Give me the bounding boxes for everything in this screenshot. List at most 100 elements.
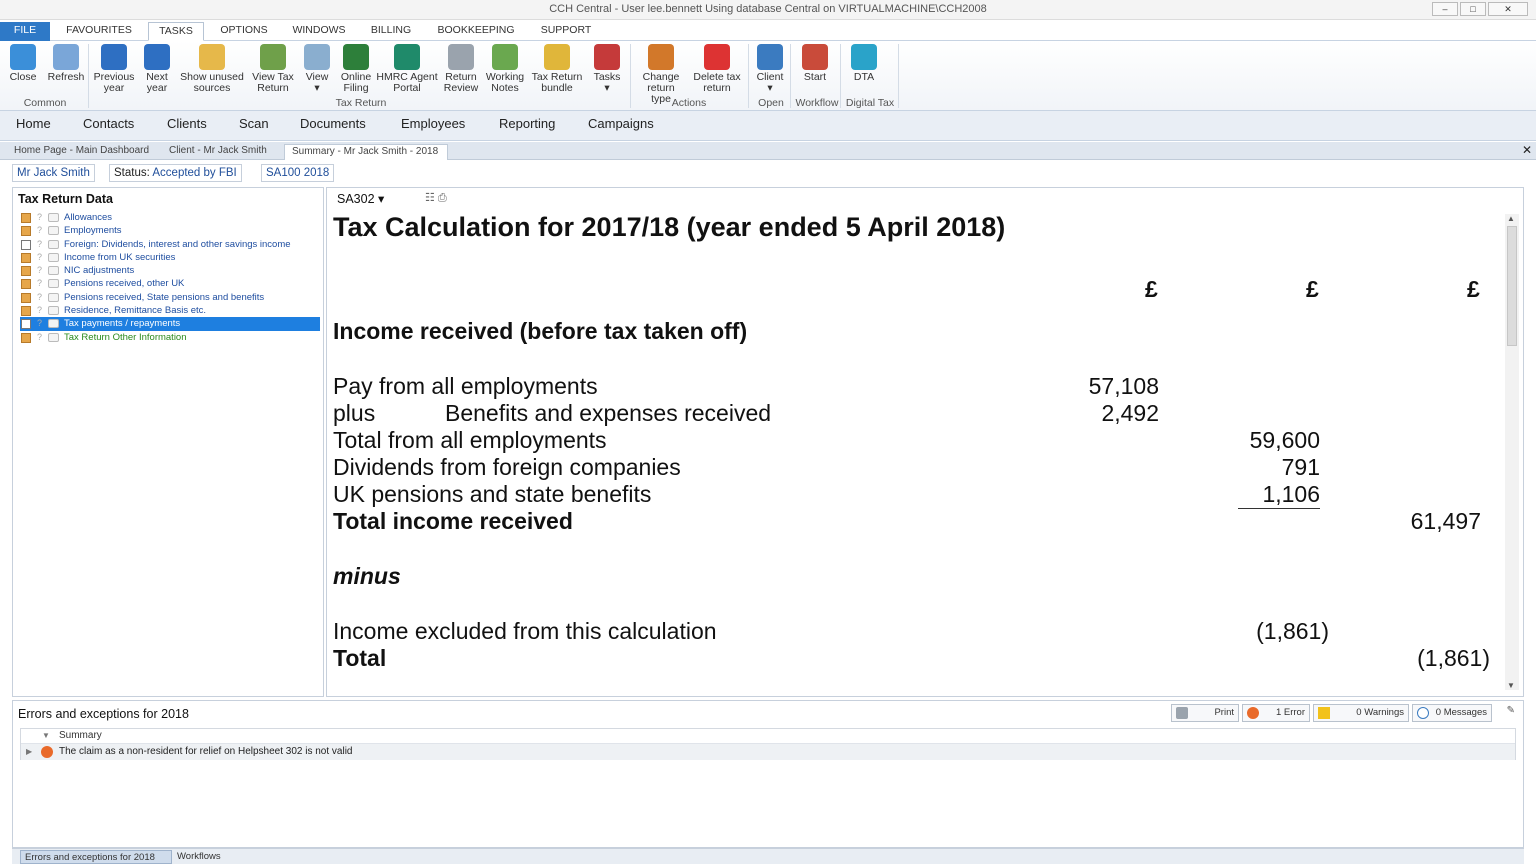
warnings-count: 0 Warnings — [1356, 707, 1404, 718]
tab-errors[interactable]: Errors and exceptions for 2018 — [20, 850, 172, 864]
ribbon-label: Start — [803, 71, 827, 83]
nav-documents[interactable]: Documents — [300, 116, 366, 131]
refresh-icon — [53, 44, 79, 70]
tree-item[interactable]: ? Tax payments / repayments — [20, 317, 320, 331]
ribbon-group-label: Open — [758, 97, 784, 109]
print-button[interactable]: Print — [1171, 704, 1239, 722]
arrow-left-icon — [101, 44, 127, 70]
scroll-thumb[interactable] — [1507, 226, 1517, 346]
ribbon-button-close[interactable]: Close — [6, 44, 40, 83]
menu-tab-favourites[interactable]: FAVOURITES — [58, 22, 140, 41]
doc-tab-home[interactable]: Home Page - Main Dashboard — [8, 144, 156, 160]
close-tab-icon[interactable]: ✕ — [1522, 143, 1532, 157]
help-icon: ? — [37, 331, 43, 342]
warnings-filter-button[interactable]: 0 Warnings — [1313, 704, 1409, 722]
nav-employees[interactable]: Employees — [401, 116, 465, 131]
scroll-down-icon[interactable]: ▼ — [1507, 681, 1515, 690]
close-window-button[interactable]: ✕ — [1488, 2, 1528, 16]
tree-item[interactable]: ? Residence, Remittance Basis etc. — [20, 304, 320, 317]
tree-item[interactable]: ? NIC adjustments — [20, 264, 320, 277]
navigation-bar: Home Contacts Clients Scan Documents Emp… — [0, 111, 1536, 141]
ribbon-button-online[interactable]: Online Filing — [338, 44, 374, 94]
status-chip: Status: Accepted by FBI — [109, 164, 242, 182]
nav-campaigns[interactable]: Campaigns — [588, 116, 654, 131]
tax-return-tree: ? Allowances? Employments? Foreign: Dividen… — [20, 211, 320, 344]
globe-icon — [343, 44, 369, 70]
plus-label: plus — [333, 400, 376, 426]
menu-tab-file[interactable]: FILE — [0, 22, 50, 41]
ribbon-button-refresh[interactable]: Refresh — [46, 44, 86, 83]
menu-tab-support[interactable]: SUPPORT — [532, 22, 600, 41]
messages-filter-button[interactable]: 0 Messages — [1412, 704, 1492, 722]
ribbon-button-previous[interactable]: Previous year — [90, 44, 138, 94]
menu-tab-bookkeeping[interactable]: BOOKKEEPING — [428, 22, 524, 41]
tree-item[interactable]: ? Pensions received, other UK — [20, 277, 320, 290]
ribbon-button-next[interactable]: Next year — [140, 44, 174, 94]
return-chip[interactable]: SA100 2018 — [261, 164, 335, 182]
expand-icon[interactable]: ▶ — [26, 744, 32, 759]
error-row[interactable]: ▶ The claim as a non-resident for relief … — [21, 744, 1515, 760]
change-icon — [648, 44, 674, 70]
errors-filter-button[interactable]: 1 Error — [1242, 704, 1310, 722]
scroll-up-icon[interactable]: ▲ — [1507, 214, 1515, 223]
ribbon-separator — [898, 44, 899, 108]
help-icon: ? — [37, 265, 43, 276]
nav-reporting[interactable]: Reporting — [499, 116, 555, 131]
doc-tab-summary[interactable]: Summary - Mr Jack Smith - 2018 — [284, 144, 448, 160]
page-icon — [21, 279, 31, 290]
ribbon-button-return[interactable]: Return Review — [442, 44, 480, 94]
ribbon-button-tasks[interactable]: Tasks ▾ — [592, 44, 622, 94]
ribbon-group-label: Common — [23, 97, 67, 109]
ribbon-button-working[interactable]: Working Notes — [484, 44, 526, 94]
tax-calculation-view: SA302 ▾ ☷ ⎙ ▲ ▼ Tax Calculation for 2017… — [326, 187, 1524, 697]
ribbon-button-client[interactable]: Client ▾ — [752, 44, 788, 94]
tab-workflows[interactable]: Workflows — [174, 850, 230, 864]
ribbon-button-start[interactable]: Start — [800, 44, 830, 83]
ribbon-label: Close — [9, 71, 37, 83]
maximize-button[interactable]: □ — [1460, 2, 1486, 16]
nav-scan[interactable]: Scan — [239, 116, 269, 131]
tree-item[interactable]: ? Pensions received, State pensions and b… — [20, 291, 320, 304]
review-icon — [448, 44, 474, 70]
ribbon-button-view-tax[interactable]: View Tax Return — [248, 44, 298, 94]
excluded-value: (1,861) — [1256, 618, 1329, 644]
doc-tab-client[interactable]: Client - Mr Jack Smith — [163, 144, 277, 160]
report-selector[interactable]: SA302 ▾ — [337, 192, 384, 206]
menu-tab-windows[interactable]: WINDOWS — [284, 22, 354, 41]
tree-item-label: Employments — [64, 225, 122, 237]
nav-clients[interactable]: Clients — [167, 116, 207, 131]
pay-label: Pay from all employments — [333, 373, 598, 399]
ribbon-button-show-unused[interactable]: Show unused sources — [178, 44, 246, 94]
tree-item[interactable]: ? Income from UK securities — [20, 251, 320, 264]
menu-tab-options[interactable]: OPTIONS — [212, 22, 276, 41]
page-icon — [21, 266, 31, 277]
menu-tab-billing[interactable]: BILLING — [362, 22, 420, 41]
ribbon-button-delete-tax[interactable]: Delete tax return — [690, 44, 744, 94]
currency-col-3: £ — [1467, 276, 1480, 302]
sort-icon[interactable]: ▼ — [42, 729, 50, 743]
ribbon-button-tax-return[interactable]: Tax Return bundle — [528, 44, 586, 94]
ribbon-button-change[interactable]: Change return type — [636, 44, 686, 105]
ribbon-group-label: Tax Return — [335, 97, 387, 109]
summary-column-header[interactable]: Summary — [59, 730, 102, 741]
tree-item[interactable]: ? Foreign: Dividends, interest and other … — [20, 238, 320, 251]
tree-item[interactable]: ? Employments — [20, 224, 320, 237]
client-name-chip[interactable]: Mr Jack Smith — [12, 164, 95, 182]
menu-tab-tasks[interactable]: TASKS — [148, 22, 204, 41]
pin-icon[interactable]: ✎ — [1507, 705, 1515, 716]
print-preview-icon[interactable]: ☷ ⎙ — [425, 191, 465, 205]
section-heading: Income received (before tax taken off) — [333, 318, 748, 344]
nav-contacts[interactable]: Contacts — [83, 116, 134, 131]
tree-item[interactable]: ? Allowances — [20, 211, 320, 224]
ribbon-button-view[interactable]: View ▾ — [304, 44, 330, 94]
nav-home[interactable]: Home — [16, 116, 51, 131]
currency-col-1: £ — [1145, 276, 1158, 302]
minimize-button[interactable]: – — [1432, 2, 1458, 16]
ribbon-button-hmrc-agent[interactable]: HMRC Agent Portal — [376, 44, 438, 94]
ribbon-separator — [840, 44, 841, 108]
status-icon — [48, 279, 59, 289]
tree-item[interactable]: ? Tax Return Other Information — [20, 331, 320, 344]
tree-item-label: Tax Return Other Information — [64, 331, 187, 343]
vertical-scrollbar[interactable]: ▲ ▼ — [1505, 214, 1519, 690]
ribbon-button-dta[interactable]: DTA — [846, 44, 882, 83]
